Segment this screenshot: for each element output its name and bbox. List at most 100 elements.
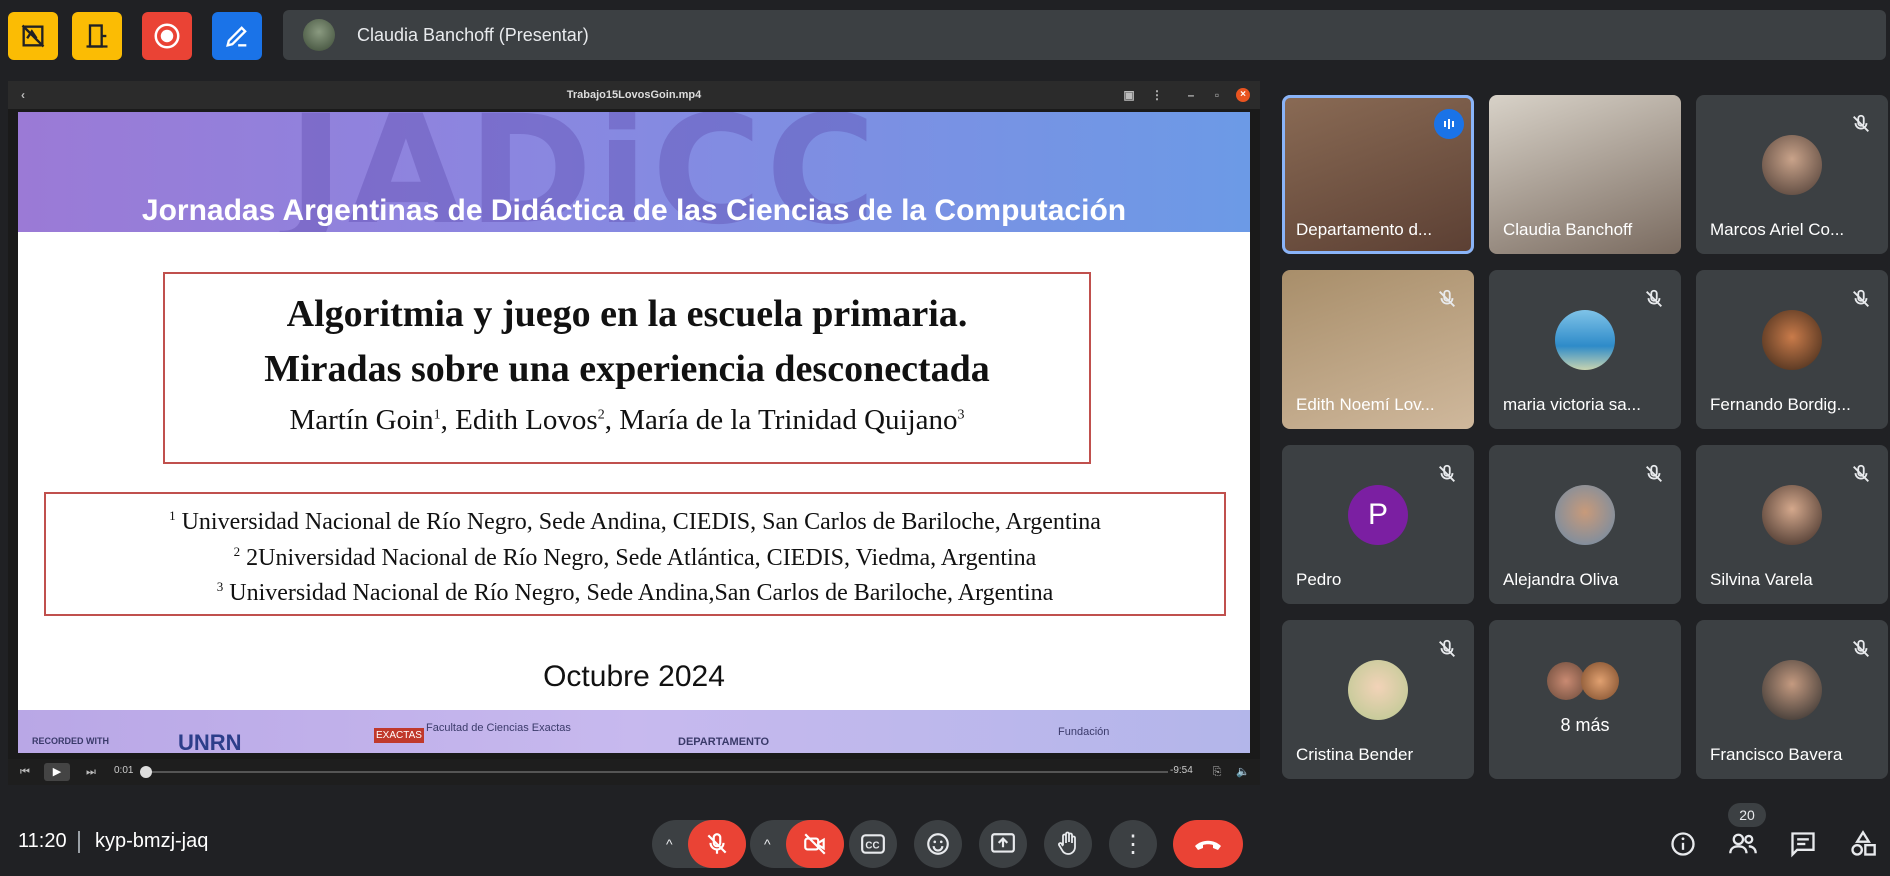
- divider: [78, 831, 80, 853]
- departamento-logo: DEPARTAMENTO: [678, 736, 770, 748]
- seek-bar[interactable]: [148, 771, 1168, 773]
- meeting-details-button[interactable]: [1667, 828, 1699, 860]
- record-icon: [154, 23, 180, 49]
- slide-affiliations-box: 1 Universidad Nacional de Río Negro, Sed…: [44, 492, 1226, 616]
- annotate-button[interactable]: [212, 12, 262, 60]
- participant-name: Pedro: [1296, 570, 1342, 589]
- affiliation-line: 2 2Universidad Nacional de Río Negro, Se…: [233, 544, 1037, 571]
- seek-knob[interactable]: [140, 766, 152, 778]
- maximize-icon[interactable]: ▫: [1208, 87, 1226, 103]
- minimize-icon[interactable]: –: [1182, 87, 1200, 103]
- chevron-up-icon: ^: [764, 836, 771, 852]
- participant-tile[interactable]: Silvina Varela: [1696, 445, 1888, 604]
- avatar: [1581, 662, 1619, 700]
- affiliation-line: 3 Universidad Nacional de Río Negro, Sed…: [216, 579, 1054, 606]
- recorded-with-logo: RECORDED WITH: [32, 736, 109, 746]
- record-button[interactable]: [142, 12, 192, 60]
- slide-banner: JADiCC Jornadas Argentinas de Didáctica …: [18, 112, 1250, 232]
- participant-name: Alejandra Oliva: [1503, 570, 1619, 589]
- camera-button[interactable]: [786, 820, 844, 868]
- camera-off-icon: [804, 833, 826, 855]
- participant-count-badge: 20: [1728, 803, 1766, 827]
- author-sup: 1: [433, 407, 441, 423]
- avatar: [1555, 485, 1615, 545]
- avatar: [1555, 310, 1615, 370]
- presentation-slide: JADiCC Jornadas Argentinas de Didáctica …: [18, 112, 1250, 753]
- participant-name: Edith Noemí Lov...: [1296, 395, 1435, 414]
- activities-button[interactable]: [1847, 828, 1879, 860]
- skip-forward-icon[interactable]: ⏭: [78, 763, 104, 781]
- exit-presentation-button[interactable]: [72, 12, 122, 60]
- participant-tile[interactable]: Claudia Banchoff: [1489, 95, 1681, 254]
- author-sup: 2: [597, 407, 605, 423]
- fundacion-logo: Fundación: [1058, 726, 1110, 738]
- leave-call-button[interactable]: [1173, 820, 1243, 868]
- present-button[interactable]: [979, 820, 1027, 868]
- mic-off-icon: [1439, 639, 1455, 657]
- avatar: [1547, 662, 1585, 700]
- mic-off-icon: [1646, 289, 1662, 307]
- participant-tile[interactable]: Cristina Bender: [1282, 620, 1474, 779]
- playlist-icon[interactable]: ⎘: [1204, 763, 1230, 781]
- emoji-icon: [927, 833, 949, 855]
- video-filename: Trabajo15LovosGoin.mp4: [566, 89, 702, 101]
- participant-name: Marcos Ariel Co...: [1710, 220, 1845, 239]
- author-sup: 3: [957, 407, 965, 423]
- author-name: Martín Goin: [289, 404, 434, 436]
- slide-logo-strip: RECORDED WITH UNRN EXACTAS Facultad de C…: [18, 710, 1250, 753]
- volume-icon[interactable]: 🔈: [1230, 763, 1256, 781]
- slide-date: Octubre 2024: [543, 660, 725, 693]
- slide-authors: Martín Goin1, Edith Lovos2, María de la …: [289, 404, 965, 436]
- skip-back-icon[interactable]: ⏮: [12, 763, 38, 781]
- hand-icon: [1058, 831, 1076, 855]
- mic-off-icon: [1439, 464, 1455, 482]
- current-time: 0:01: [114, 765, 134, 776]
- affiliation-line: 1 Universidad Nacional de Río Negro, Sed…: [169, 508, 1101, 535]
- participant-name: Cristina Bender: [1296, 745, 1414, 764]
- video-player-window: ‹ Trabajo15LovosGoin.mp4 ▣ ⋮ – ▫ × JADiC…: [8, 81, 1260, 785]
- reactions-button[interactable]: [914, 820, 962, 868]
- play-button[interactable]: ▶: [44, 763, 70, 781]
- participant-tile[interactable]: Francisco Bavera: [1696, 620, 1888, 779]
- mic-off-icon: [1853, 639, 1869, 657]
- participant-tile[interactable]: Departamento d...: [1282, 95, 1474, 254]
- more-participants-tile[interactable]: 8 más: [1489, 620, 1681, 779]
- raise-hand-button[interactable]: [1044, 820, 1092, 868]
- mic-off-icon: [1853, 289, 1869, 307]
- no-annotations-button[interactable]: [8, 12, 58, 60]
- more-options-icon[interactable]: ⋮: [1148, 87, 1166, 103]
- avatar: [1348, 660, 1408, 720]
- pip-icon[interactable]: ▣: [1120, 87, 1138, 103]
- slide-title-line1: Algoritmia y juego en la escuela primari…: [286, 293, 968, 335]
- more-options-button[interactable]: ⋮: [1109, 820, 1157, 868]
- participant-name: Silvina Varela: [1710, 570, 1813, 589]
- speaking-indicator-icon: [1434, 109, 1464, 139]
- slide-banner-text: Jornadas Argentinas de Didáctica de las …: [141, 194, 1127, 227]
- participant-tile[interactable]: Edith Noemí Lov...: [1282, 270, 1474, 429]
- author-name: María de la Trinidad Quijano: [619, 404, 958, 436]
- captions-button[interactable]: CC: [849, 820, 897, 868]
- chat-button[interactable]: [1787, 828, 1819, 860]
- participant-tile[interactable]: P Pedro: [1282, 445, 1474, 604]
- shapes-icon: [1851, 830, 1876, 856]
- exactas-logo: EXACTAS: [374, 728, 424, 743]
- pen-icon: [226, 26, 247, 47]
- svg-text:CC: CC: [865, 840, 879, 851]
- close-icon[interactable]: ×: [1236, 88, 1250, 102]
- mic-off-icon: [1853, 114, 1869, 132]
- participant-tile[interactable]: Marcos Ariel Co...: [1696, 95, 1888, 254]
- closed-captions-icon: CC: [861, 834, 885, 854]
- mic-off-icon: [707, 833, 727, 854]
- video-controls: ⏮ ▶ ⏭ 0:01 -9:54 ⎘ 🔈: [8, 759, 1260, 785]
- info-icon: [1671, 832, 1695, 856]
- meeting-code: kyp-bmzj-jaq: [95, 830, 209, 852]
- participant-tile[interactable]: Fernando Bordig...: [1696, 270, 1888, 429]
- participant-tile[interactable]: Alejandra Oliva: [1489, 445, 1681, 604]
- video-titlebar: ‹ Trabajo15LovosGoin.mp4 ▣ ⋮ – ▫ ×: [8, 81, 1260, 109]
- facultad-logo: Facultad de Ciencias Exactas: [426, 722, 571, 734]
- participant-tile[interactable]: maria victoria sa...: [1489, 270, 1681, 429]
- door-icon: [86, 24, 108, 48]
- presenter-bar[interactable]: Claudia Banchoff (Presentar): [283, 10, 1886, 60]
- microphone-button[interactable]: [688, 820, 746, 868]
- people-button[interactable]: [1727, 828, 1759, 860]
